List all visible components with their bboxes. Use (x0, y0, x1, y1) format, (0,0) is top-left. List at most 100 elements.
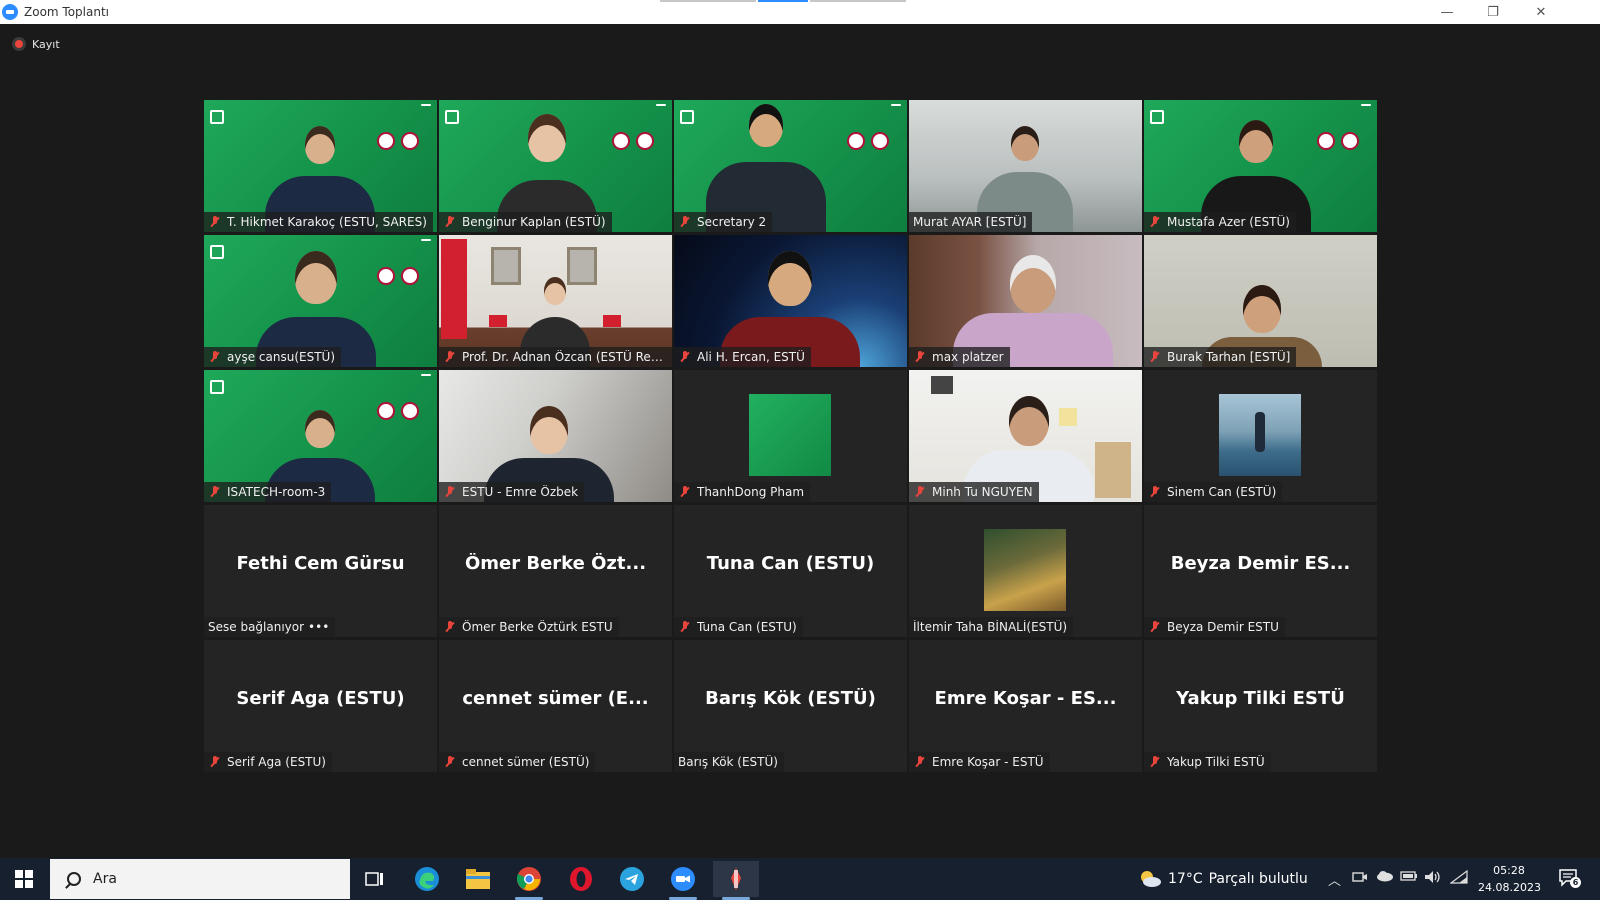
view-tab-indicator-active[interactable] (758, 0, 808, 2)
participant-name-label: Ömer Berke Öztürk ESTU (439, 617, 619, 637)
notification-count-badge: 6 (1570, 877, 1581, 888)
participant-name-label: Prof. Dr. Adnan Özcan (ESTÜ Rect... (439, 347, 672, 367)
zoom-logo-icon (2, 4, 18, 20)
participant-tile[interactable]: Beyza Demir ES... Beyza Demir ESTU (1144, 505, 1377, 637)
participant-tile[interactable]: Prof. Dr. Adnan Özcan (ESTÜ Rect... (439, 235, 672, 367)
participant-tile[interactable]: Fethi Cem Gürsu Sese bağlanıyor ••• (204, 505, 437, 637)
participant-display-name: Emre Koşar - ES... (934, 688, 1117, 709)
participant-name-label: ESTU - Emre Özbek (439, 482, 585, 502)
view-tab-indicator[interactable] (660, 0, 756, 2)
edge-icon[interactable] (412, 864, 442, 894)
recording-label: Kayıt (32, 37, 60, 51)
muted-microphone-icon (913, 350, 927, 364)
participant-tile[interactable]: Yakup Tilki ESTÜ Yakup Tilki ESTÜ (1144, 640, 1377, 772)
participant-name-label: Yakup Tilki ESTÜ (1144, 752, 1271, 772)
clock-date: 24.08.2023 (1478, 881, 1541, 894)
app-icon[interactable] (713, 861, 759, 897)
participant-name-text: Secretary 2 (697, 215, 767, 229)
meet-now-icon[interactable] (1352, 870, 1368, 888)
participant-name-label: Benginur Kaplan (ESTÜ) (439, 212, 612, 232)
system-clock[interactable]: 05:28 24.08.2023 (1478, 862, 1541, 896)
wifi-icon[interactable] (1449, 869, 1468, 888)
participant-tile[interactable]: İltemir Taha BİNALİ(ESTÜ) (909, 505, 1142, 637)
participant-tile[interactable]: Secretary 2 (674, 100, 907, 232)
participant-tile[interactable]: Minh Tu NGUYEN (909, 370, 1142, 502)
participant-name-text: Burak Tarhan [ESTÜ] (1167, 350, 1291, 364)
participant-tile[interactable]: Serif Aga (ESTU) Serif Aga (ESTU) (204, 640, 437, 772)
restore-button[interactable]: ❐ (1470, 0, 1516, 24)
notification-center-icon[interactable]: 6 (1558, 868, 1581, 888)
participant-tile[interactable]: ayşe cansu(ESTÜ) (204, 235, 437, 367)
participant-name-label: Murat AYAR [ESTÜ] (909, 212, 1033, 232)
participant-name-label: Tuna Can (ESTU) (674, 617, 803, 637)
participant-tile[interactable]: Ali H. Ercan, ESTÜ (674, 235, 907, 367)
profile-picture-slide (749, 394, 831, 476)
recording-indicator[interactable]: Kayıt (12, 37, 60, 51)
muted-microphone-icon (443, 215, 457, 229)
participant-tile[interactable]: ThanhDong Pham (674, 370, 907, 502)
participant-name-text: Barış Kök (ESTÜ) (678, 755, 778, 769)
windows-start-button[interactable] (10, 866, 38, 892)
participant-display-name: Serif Aga (ESTU) (236, 688, 405, 709)
taskbar-search-box[interactable]: Ara (50, 859, 350, 899)
telegram-icon[interactable] (617, 864, 647, 894)
participant-name-text: Prof. Dr. Adnan Özcan (ESTÜ Rect... (462, 350, 666, 364)
muted-microphone-icon (443, 755, 457, 769)
participant-tile[interactable]: Burak Tarhan [ESTÜ] (1144, 235, 1377, 367)
participant-name-label: ISATECH-room-3 (204, 482, 332, 502)
muted-microphone-icon (443, 620, 457, 634)
zoom-icon[interactable] (668, 864, 698, 894)
participant-tile[interactable]: Murat AYAR [ESTÜ] (909, 100, 1142, 232)
participant-name-label: Secretary 2 (674, 212, 773, 232)
participant-display-name: Beyza Demir ES... (1170, 553, 1351, 574)
muted-microphone-icon (1148, 485, 1162, 499)
participant-tile[interactable]: ESTU - Emre Özbek (439, 370, 672, 502)
opera-icon[interactable] (566, 864, 596, 894)
participant-tile[interactable]: ISATECH-room-3 (204, 370, 437, 502)
weather-widget[interactable]: 17°C Parçalı bulutlu (1138, 869, 1308, 889)
participant-tile[interactable]: Ömer Berke Özt... Ömer Berke Öztürk ESTU (439, 505, 672, 637)
connecting-dots: ••• (308, 620, 330, 634)
participant-name-label: Sinem Can (ESTÜ) (1144, 482, 1283, 502)
weather-temperature: 17°C (1168, 871, 1203, 887)
muted-microphone-icon (208, 485, 222, 499)
task-view-icon[interactable] (360, 864, 390, 894)
participant-gallery: T. Hikmet Karakoç (ESTU, SARES) Benginur … (204, 100, 1396, 782)
participant-name-text: Sinem Can (ESTÜ) (1167, 485, 1277, 499)
participant-display-name: cennet sümer (E... (462, 688, 649, 709)
muted-microphone-icon (678, 350, 692, 364)
onedrive-cloud-icon[interactable] (1376, 870, 1394, 886)
muted-microphone-icon (208, 350, 222, 364)
muted-microphone-icon (1148, 215, 1162, 229)
participant-name-text: Sese bağlanıyor (208, 620, 305, 634)
participant-tile[interactable]: cennet sümer (E... cennet sümer (ESTÜ) (439, 640, 672, 772)
view-tab-indicator[interactable] (810, 0, 906, 2)
close-button[interactable]: ✕ (1518, 0, 1564, 24)
participant-name-text: Ali H. Ercan, ESTÜ (697, 350, 805, 364)
volume-icon[interactable] (1424, 870, 1442, 888)
participant-name-label: Burak Tarhan [ESTÜ] (1144, 347, 1297, 367)
zoom-meeting-window: Zoom Toplantı — ❐ ✕ Kayıt T. Hikmet Kara… (0, 0, 1600, 900)
battery-icon[interactable] (1400, 870, 1418, 886)
participant-tile[interactable]: Emre Koşar - ES... Emre Koşar - ESTÜ (909, 640, 1142, 772)
participant-name-text: Beyza Demir ESTU (1167, 620, 1279, 634)
chrome-icon[interactable] (514, 864, 544, 894)
file-explorer-icon[interactable] (463, 864, 493, 894)
show-hidden-icons-chevron-icon[interactable]: ︿ (1328, 870, 1341, 889)
participant-name-label: İltemir Taha BİNALİ(ESTÜ) (909, 617, 1074, 637)
participant-display-name: Barış Kök (ESTÜ) (705, 688, 876, 709)
participant-tile[interactable]: Mustafa Azer (ESTÜ) (1144, 100, 1377, 232)
participant-tile[interactable]: Barış Kök (ESTÜ) Barış Kök (ESTÜ) (674, 640, 907, 772)
participant-tile[interactable]: Tuna Can (ESTU) Tuna Can (ESTU) (674, 505, 907, 637)
participant-name-text: ThanhDong Pham (697, 485, 805, 499)
participant-tile[interactable]: Benginur Kaplan (ESTÜ) (439, 100, 672, 232)
participant-display-name: Tuna Can (ESTU) (706, 553, 875, 574)
participant-name-text: cennet sümer (ESTÜ) (462, 755, 590, 769)
participant-tile[interactable]: max platzer (909, 235, 1142, 367)
participant-tile[interactable]: T. Hikmet Karakoç (ESTU, SARES) (204, 100, 437, 232)
participant-name-text: ayşe cansu(ESTÜ) (227, 350, 335, 364)
participant-name-label: max platzer (909, 347, 1010, 367)
minimize-button[interactable]: — (1424, 0, 1470, 24)
title-bar: Zoom Toplantı — ❐ ✕ (0, 0, 1600, 24)
participant-tile[interactable]: Sinem Can (ESTÜ) (1144, 370, 1377, 502)
